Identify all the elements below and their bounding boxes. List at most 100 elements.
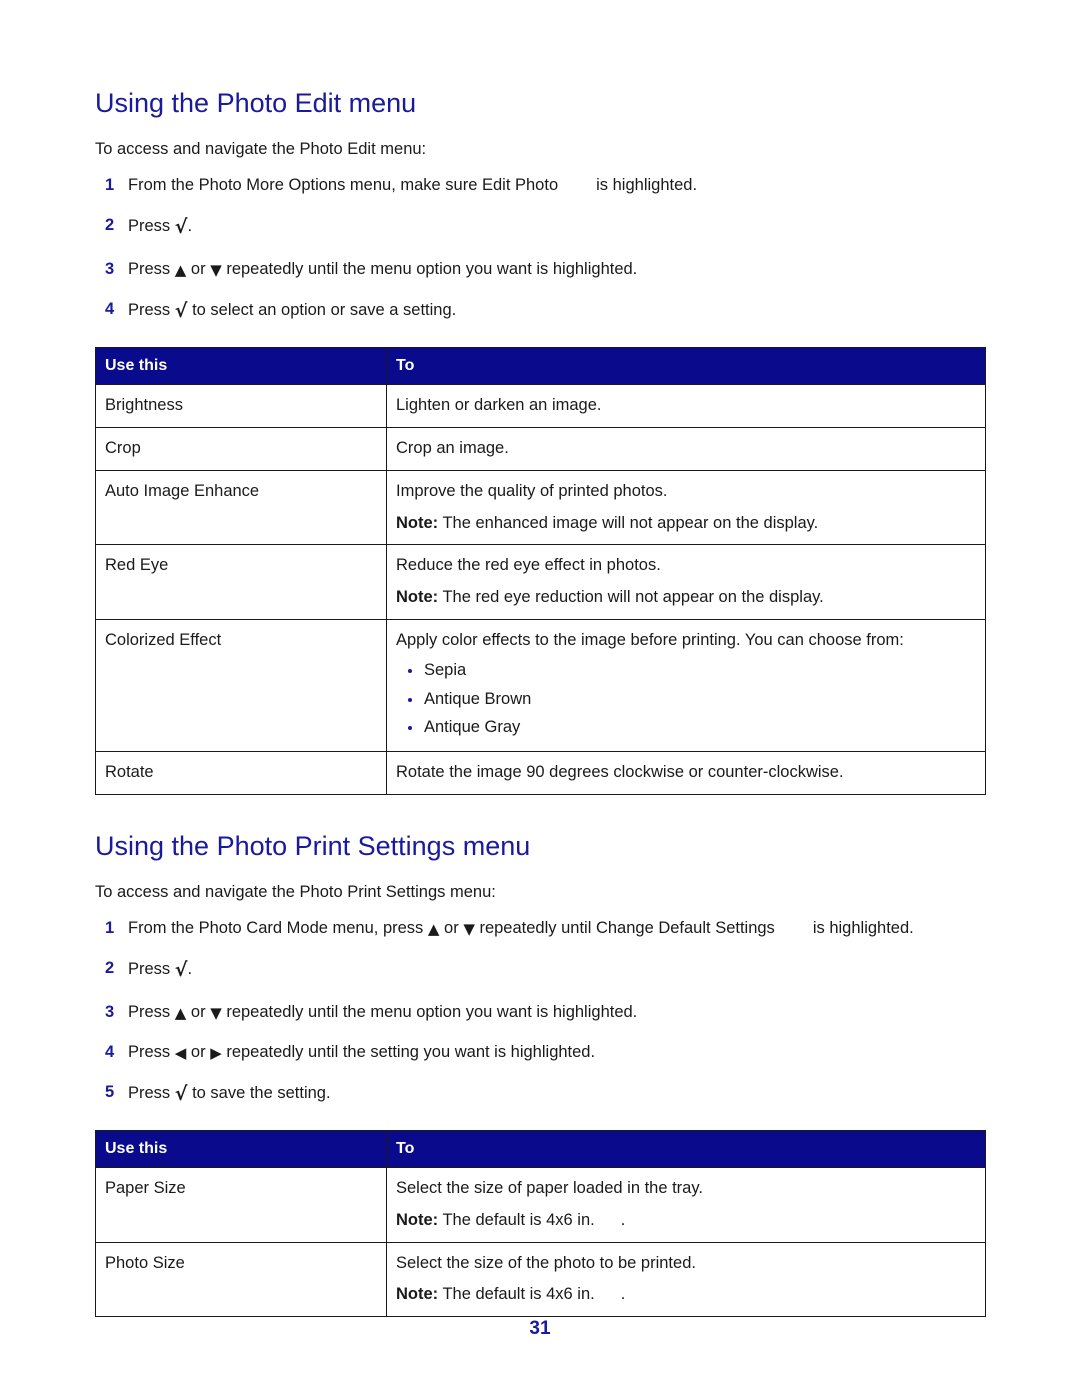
list-item: 1 From the Photo Card Mode menu, press ▲…: [95, 917, 985, 941]
cell-to: Improve the quality of printed photos. N…: [386, 469, 986, 546]
list-item: 2 Press √.: [95, 957, 985, 985]
table-header-row: Use this To: [95, 347, 986, 386]
intro-text-photo-print-settings: To access and navigate the Photo Print S…: [95, 882, 496, 901]
table-row: Rotate Rotate the image 90 degrees clock…: [95, 751, 986, 795]
note-text: The default is 4x6 in.: [442, 1210, 595, 1229]
arrow-down-icon: ▼: [210, 260, 222, 279]
step-text-cont: .: [187, 960, 193, 979]
column-header-to: To: [386, 1130, 986, 1169]
options-list: Sepia Antique Brown Antique Gray: [396, 659, 975, 739]
steps-list-photo-edit: 1 From the Photo More Options menu, make…: [95, 174, 985, 325]
cell-note: Note: The enhanced image will not appear…: [396, 512, 975, 535]
note-tail: .: [620, 1285, 626, 1304]
note-label: Note:: [396, 1210, 439, 1229]
cell-use-this: Colorized Effect: [95, 619, 387, 753]
step-text: Press: [128, 1042, 171, 1061]
arrow-right-icon: ▶: [210, 1043, 222, 1062]
step-number: 3: [105, 259, 115, 278]
cell-to: Apply color effects to the image before …: [386, 619, 986, 753]
step-text-mid: or: [190, 1002, 206, 1021]
intro-text-photo-edit: To access and navigate the Photo Edit me…: [95, 140, 427, 159]
table-row: Brightness Lighten or darken an image.: [95, 384, 986, 429]
page-content: Using the Photo Edit menu To access and …: [95, 88, 986, 1318]
select-check-icon: √: [174, 299, 188, 322]
step-text-mid: or: [190, 259, 206, 278]
note-label: Note:: [396, 513, 439, 532]
cell-note: Note: The default is 4x6 in..: [396, 1209, 975, 1232]
step-text-mid: or: [444, 919, 459, 938]
cell-description: Select the size of the photo to be print…: [396, 1253, 696, 1272]
step-text-mid: or: [190, 1042, 206, 1061]
table-row: Photo Size Select the size of the photo …: [95, 1241, 986, 1318]
cell-description: Select the size of paper loaded in the t…: [396, 1179, 703, 1198]
cell-use-this: Auto Image Enhance: [95, 469, 387, 546]
table-row: Paper Size Select the size of paper load…: [95, 1167, 986, 1243]
page-number: 31: [529, 1318, 551, 1339]
page-title-photo-print-settings: Using the Photo Print Settings menu: [95, 830, 531, 861]
cell-to: Select the size of paper loaded in the t…: [386, 1167, 986, 1243]
step-text-cont: to select an option or save a setting.: [192, 300, 457, 319]
step-number: 3: [105, 1002, 115, 1021]
photo-edit-menu-table: Use this To Brightness Lighten or darken…: [95, 347, 986, 795]
step-text-cont: .: [187, 217, 193, 236]
note-text: The red eye reduction will not appear on…: [442, 588, 824, 607]
cell-description: Lighten or darken an image.: [396, 396, 602, 415]
cell-description: Improve the quality of printed photos.: [396, 481, 668, 500]
cell-description: Rotate the image 90 degrees clockwise or…: [396, 763, 844, 782]
step-number: 1: [105, 176, 115, 195]
step-text: Press: [128, 1083, 171, 1102]
arrow-left-icon: ◀: [174, 1043, 187, 1062]
note-label: Note:: [396, 588, 439, 607]
step-text-cont: repeatedly until Change Default Settings: [479, 919, 775, 938]
page-title-photo-edit: Using the Photo Edit menu: [95, 88, 417, 118]
step-number: 1: [105, 919, 115, 938]
list-item: Sepia: [396, 659, 975, 682]
list-item: 3 Press ▲ or ▼ repeatedly until the menu…: [95, 258, 985, 282]
step-text: Press: [128, 259, 171, 278]
list-item: 4 Press √ to select an option or save a …: [95, 298, 985, 326]
cell-note: Note: The default is 4x6 in..: [396, 1283, 975, 1306]
step-number: 2: [105, 216, 115, 235]
cell-use-this: Rotate: [95, 751, 387, 795]
cell-to: Reduce the red eye effect in photos. Not…: [386, 544, 986, 621]
note-tail: .: [620, 1210, 626, 1229]
column-header-use-this: Use this: [95, 347, 387, 386]
cell-description: Crop an image.: [396, 439, 509, 458]
column-header-use-this: Use this: [95, 1130, 387, 1169]
step-text: Press: [128, 217, 171, 236]
step-text-cont: repeatedly until the menu option you wan…: [226, 1002, 638, 1021]
table-header-row: Use this To: [95, 1130, 986, 1169]
note-text: The enhanced image will not appear on th…: [442, 513, 819, 532]
arrow-down-icon: ▼: [210, 1003, 222, 1022]
cell-use-this: Brightness: [95, 384, 387, 429]
cell-description: Apply color effects to the image before …: [396, 631, 904, 650]
step-text-cont: is highlighted.: [596, 176, 698, 195]
steps-list-photo-print-settings: 1 From the Photo Card Mode menu, press ▲…: [95, 917, 985, 1108]
column-header-to: To: [386, 347, 986, 386]
step-number: 2: [105, 959, 115, 978]
cell-note: Note: The red eye reduction will not app…: [396, 586, 975, 609]
step-text: Press: [128, 960, 171, 979]
step-text-cont: repeatedly until the menu option you wan…: [226, 259, 638, 278]
list-item: Antique Brown: [396, 688, 975, 711]
cell-use-this: Photo Size: [95, 1241, 387, 1318]
step-number: 4: [105, 1042, 115, 1061]
table-row: Auto Image Enhance Improve the quality o…: [95, 469, 986, 546]
list-item: 3 Press ▲ or ▼ repeatedly until the menu…: [95, 1001, 985, 1025]
note-label: Note:: [396, 1285, 439, 1304]
list-item: Antique Gray: [396, 716, 975, 739]
cell-to: Lighten or darken an image.: [386, 384, 986, 429]
list-item: 2 Press √.: [95, 214, 985, 242]
step-text: From the Photo More Options menu, make s…: [128, 176, 559, 195]
list-item: 1 From the Photo More Options menu, make…: [95, 174, 985, 198]
select-check-icon: √: [174, 1082, 188, 1105]
select-check-icon: √: [174, 216, 188, 239]
step-text-tail: is: [812, 919, 825, 938]
cell-use-this: Paper Size: [95, 1167, 387, 1243]
cell-to: Rotate the image 90 degrees clockwise or…: [386, 751, 986, 795]
step-text: Press: [128, 300, 171, 319]
step-number: 4: [105, 299, 115, 318]
arrow-up-icon: ▲: [427, 920, 440, 939]
step-text-wrap: highlighted.: [829, 919, 914, 938]
list-item: 4 Press ◀ or ▶ repeatedly until the sett…: [95, 1041, 985, 1065]
